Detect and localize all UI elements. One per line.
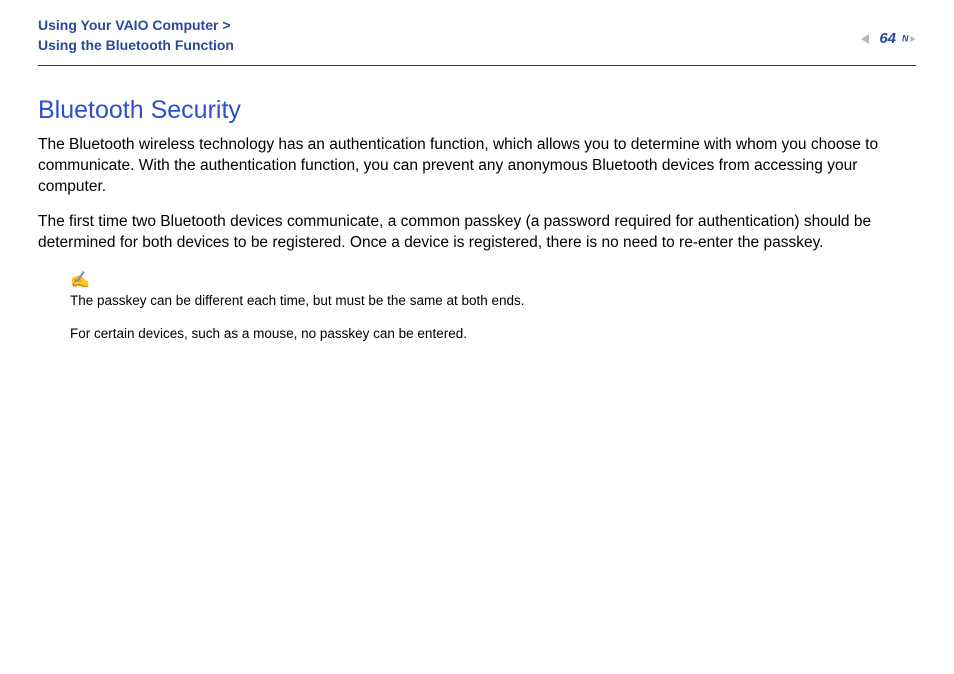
note-line-2: For certain devices, such as a mouse, no… [70,325,916,344]
page-header: Using Your VAIO Computer > Using the Blu… [0,0,954,55]
main-content: Bluetooth Security The Bluetooth wireles… [0,66,954,343]
prev-page-icon[interactable] [859,32,873,46]
next-page-icon[interactable]: N [902,32,916,46]
breadcrumb-line-2: Using the Bluetooth Function [38,36,234,56]
note-line-1: The passkey can be different each time, … [70,292,916,311]
breadcrumb-line-1: Using Your VAIO Computer > [38,16,234,36]
paragraph-1: The Bluetooth wireless technology has an… [38,135,916,198]
page-navigation: 64 N [859,16,916,47]
pencil-note-icon: ✍ [70,270,90,290]
svg-text:N: N [902,33,909,43]
section-title: Bluetooth Security [38,96,916,125]
paragraph-2: The first time two Bluetooth devices com… [38,212,916,254]
note-block: ✍ The passkey can be different each time… [70,270,916,344]
page-number: 64 [879,30,896,47]
breadcrumb: Using Your VAIO Computer > Using the Blu… [38,16,234,55]
note-icon-row: ✍ [70,270,916,290]
